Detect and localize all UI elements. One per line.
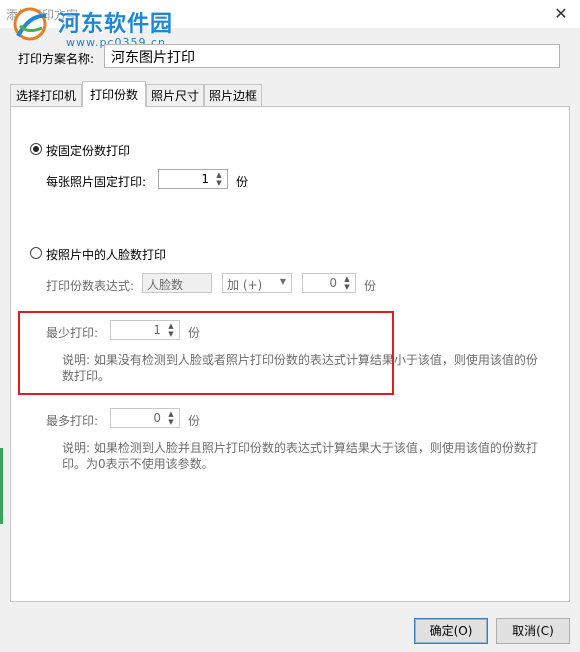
- tab-print-copies[interactable]: 打印份数: [82, 81, 146, 107]
- operator-select[interactable]: 加 (+) ▼: [222, 273, 292, 293]
- left-edge-accent: [0, 448, 3, 524]
- expression-label: 打印份数表达式:: [46, 279, 135, 293]
- cancel-button[interactable]: 取消(C): [496, 618, 570, 644]
- fixed-copies-radio[interactable]: [30, 143, 42, 155]
- close-button[interactable]: ✕: [548, 4, 574, 24]
- per-photo-stepper[interactable]: 1 ▲ ▼: [158, 169, 228, 189]
- expression-field[interactable]: 人脸数: [142, 273, 212, 293]
- chevron-down-icon: ▼: [279, 277, 286, 286]
- spin-arrows-icon[interactable]: ▲ ▼: [213, 171, 225, 187]
- face-count-radio[interactable]: [30, 247, 42, 259]
- per-photo-label: 每张照片固定打印:: [46, 175, 147, 189]
- expression-unit: 份: [364, 279, 377, 293]
- tab-photo-border[interactable]: 照片边框: [204, 84, 262, 106]
- operand-value: 0: [329, 276, 337, 290]
- max-print-desc-line1: 说明: 如果检测到人脸并且照片打印份数的表达式计算结果大于该值，则使用该值的份数…: [62, 441, 538, 455]
- max-print-desc-line2: 印。为0表示不使用该参数。: [62, 457, 214, 471]
- per-photo-unit: 份: [236, 175, 249, 189]
- highlight-box: [18, 311, 394, 395]
- fixed-copies-label: 按固定份数打印: [46, 144, 131, 158]
- scheme-name-label: 打印方案名称:: [18, 52, 95, 66]
- max-print-unit: 份: [188, 414, 201, 428]
- max-print-label: 最多打印:: [46, 414, 99, 428]
- max-print-value: 0: [153, 411, 161, 425]
- max-print-stepper[interactable]: 0 ▲ ▼: [110, 408, 180, 428]
- operand-stepper[interactable]: 0 ▲ ▼: [302, 273, 356, 293]
- ok-button[interactable]: 确定(O): [414, 618, 488, 644]
- tab-photo-size[interactable]: 照片尺寸: [146, 84, 204, 106]
- watermark-logo-icon: [13, 7, 47, 41]
- watermark-name: 河东软件园: [58, 12, 174, 37]
- tab-select-printer[interactable]: 选择打印机: [10, 84, 82, 106]
- spin-arrows-icon[interactable]: ▲ ▼: [165, 410, 177, 426]
- spin-arrows-icon[interactable]: ▲ ▼: [341, 275, 353, 291]
- per-photo-value: 1: [201, 172, 209, 186]
- operator-value: 加 (+): [227, 278, 263, 292]
- face-count-label: 按照片中的人脸数打印: [46, 248, 167, 262]
- scheme-name-input[interactable]: 河东图片打印: [104, 44, 560, 68]
